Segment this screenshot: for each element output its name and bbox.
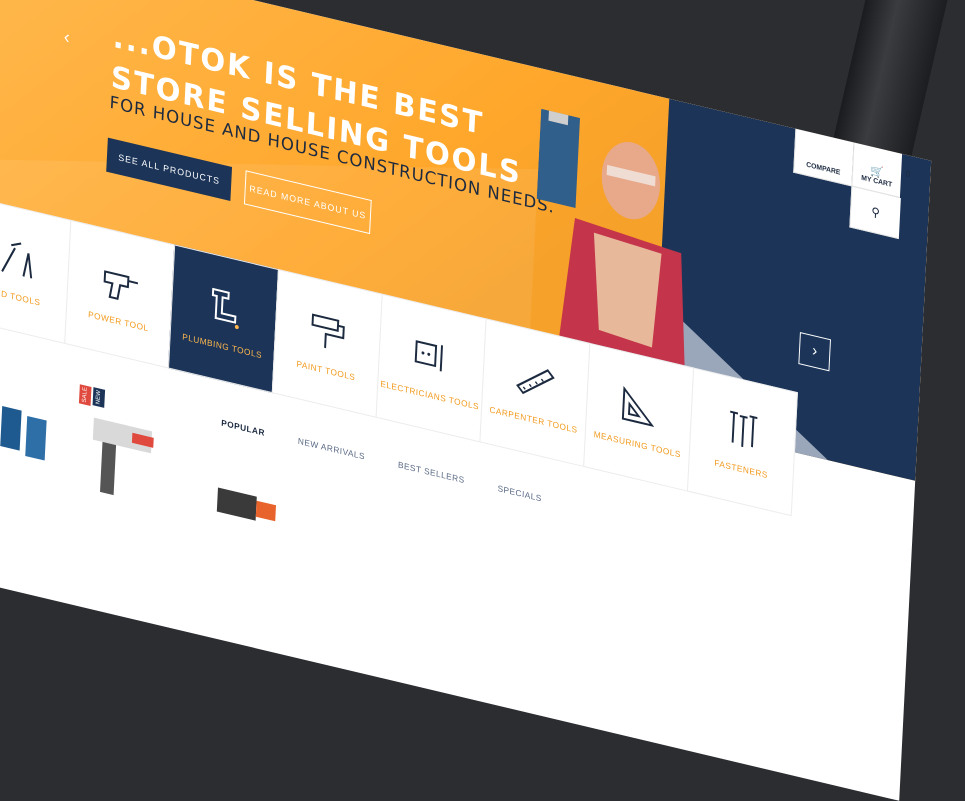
- category-measuring-tools[interactable]: MEASURING TOOLS: [583, 342, 695, 492]
- product-image: [216, 487, 276, 522]
- category-label: AND TOOLS: [0, 285, 41, 308]
- category-label: FASTENERS: [714, 457, 769, 481]
- product-card[interactable]: [205, 475, 287, 554]
- compare-label: COMPARE: [806, 161, 841, 177]
- power-drill-icon: [103, 270, 138, 300]
- slider-prev-chevron-left-icon[interactable]: ‹: [63, 26, 70, 48]
- category-fasteners[interactable]: FASTENERS: [686, 367, 798, 517]
- set-square-icon: [621, 385, 655, 428]
- paint-roller-icon: [311, 313, 345, 349]
- category-label: ELECTRICIANS TOOLS: [380, 378, 480, 412]
- category-label: POWER TOOL: [87, 309, 149, 334]
- tab-popular[interactable]: POPULAR: [221, 418, 265, 438]
- category-label: MEASURING TOOLS: [593, 428, 682, 460]
- category-carpenter-tools[interactable]: CARPENTER TOOLS: [479, 318, 591, 468]
- plumbing-icon: [211, 287, 239, 330]
- product-card[interactable]: [0, 384, 56, 479]
- saw-icon: [516, 369, 555, 395]
- category-label: CARPENTER TOOLS: [489, 404, 578, 436]
- drill-body: [536, 108, 580, 208]
- category-hand-tools[interactable]: AND TOOLS: [0, 195, 72, 345]
- search-icon: ⚲: [870, 204, 881, 221]
- category-power-tool[interactable]: POWER TOOL: [64, 219, 176, 369]
- cart-count: 0: [905, 169, 911, 180]
- page-viewport: ‹ ...OTOK IS THE BEST STORE SELLING TOOL…: [0, 0, 932, 801]
- product-image: [0, 405, 47, 461]
- tab-best-sellers[interactable]: BEST SELLERS: [398, 459, 465, 485]
- screws-icon: [730, 410, 758, 448]
- hand-tools-icon: [1, 242, 33, 279]
- sale-badge: SALE: [78, 383, 92, 407]
- tab-specials[interactable]: SPECIALS: [497, 483, 542, 503]
- new-badge: NEW: [92, 387, 106, 408]
- category-paint-tools[interactable]: PAINT TOOLS: [271, 269, 383, 418]
- category-plumbing-tools[interactable]: PLUMBING TOOLS: [168, 244, 279, 394]
- electric-socket-icon: [414, 340, 443, 372]
- product-card[interactable]: SALE NEW: [70, 383, 173, 516]
- category-label: PLUMBING TOOLS: [181, 331, 263, 361]
- tab-new-arrivals[interactable]: NEW ARRIVALS: [298, 436, 366, 462]
- category-electricians-tools[interactable]: ELECTRICIANS TOOLS: [375, 293, 487, 443]
- category-label: PAINT TOOLS: [296, 358, 356, 383]
